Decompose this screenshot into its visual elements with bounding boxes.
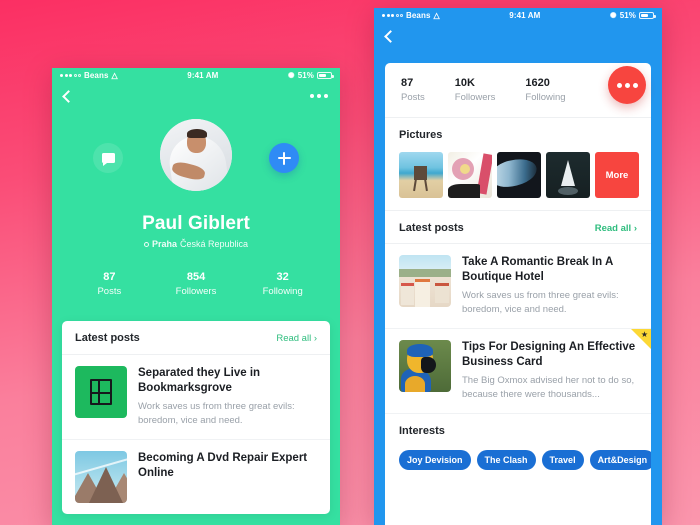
interest-tag[interactable]: Art&Design	[589, 449, 651, 470]
latest-posts-title: Latest posts	[75, 332, 140, 344]
back-button-icon[interactable]	[62, 89, 75, 103]
post-body: Becoming A Dvd Repair Expert Online	[138, 451, 317, 503]
list-item[interactable]: Separated they Live in Bookmarksgrove Wo…	[62, 355, 330, 440]
interest-tag[interactable]: The Clash	[476, 449, 536, 470]
back-button-icon[interactable]	[384, 29, 397, 43]
profile-location: Praha Česká Republica	[52, 239, 340, 249]
more-pictures-button[interactable]: More	[595, 152, 639, 198]
stat-followers-label: Followers	[175, 286, 217, 297]
stat-followers[interactable]: 854 Followers	[153, 271, 240, 297]
location-city: Praha	[151, 239, 177, 249]
stat-following-value: 32	[276, 271, 289, 283]
location-country: Česká Republica	[179, 239, 249, 249]
interest-tag[interactable]: Joy Devision	[399, 449, 471, 470]
post-thumbnail	[75, 366, 127, 418]
list-item[interactable]: Becoming A Dvd Repair Expert Online	[62, 440, 330, 514]
nav-bar	[374, 23, 662, 49]
stat-following-label: Following	[262, 286, 303, 297]
more-options-icon[interactable]	[310, 94, 328, 98]
post-description: The Big Oxmox advised her not to do so, …	[462, 375, 635, 401]
nav-bar	[52, 83, 340, 109]
bluetooth-icon: ✺	[287, 71, 295, 80]
stat-posts-value: 87	[401, 77, 414, 89]
stat-posts-label: Posts	[401, 92, 425, 103]
avatar[interactable]	[160, 119, 232, 191]
battery-percent-label: 51%	[297, 71, 314, 80]
post-title: Separated they Live in Bookmarksgrove	[138, 367, 261, 394]
stat-following-value: 1620	[525, 77, 550, 89]
post-body: Separated they Live in Bookmarksgrove Wo…	[138, 366, 317, 428]
status-bar: Beans △ 9:41 AM ✺ 51%	[374, 8, 662, 23]
stat-followers-value: 854	[186, 271, 206, 283]
add-follow-button[interactable]	[269, 143, 299, 173]
clock-label: 9:41 AM	[187, 71, 219, 80]
signal-strength-icon	[382, 14, 403, 17]
post-thumbnail	[399, 255, 451, 307]
bluetooth-icon: ✺	[609, 11, 617, 20]
carrier-label: Beans	[406, 11, 431, 20]
latest-posts-header: Latest posts Read all ›	[385, 210, 651, 244]
carrier-label: Beans	[84, 71, 109, 80]
stat-followers[interactable]: 10K Followers	[455, 77, 496, 103]
profile-name: Paul Giblert	[142, 213, 250, 234]
status-bar-left: Beans △	[382, 11, 440, 20]
message-button[interactable]	[93, 143, 123, 173]
battery-percent-label: 51%	[619, 11, 636, 20]
stat-following[interactable]: 1620 Following	[525, 77, 565, 103]
stat-posts[interactable]: 87 Posts	[66, 271, 153, 297]
picture-thumbnail[interactable]	[448, 152, 492, 198]
post-title: Becoming A Dvd Repair Expert Online	[138, 451, 308, 479]
post-description: Work saves us from three great evils: bo…	[138, 401, 295, 427]
list-item[interactable]: ★ Tips For Designing An Effective Busine…	[385, 328, 651, 414]
battery-icon	[317, 72, 334, 79]
post-title: Tips For Designing An Effective Business…	[462, 340, 636, 368]
stat-following-label: Following	[525, 92, 566, 103]
message-bubble-icon	[101, 153, 115, 166]
more-actions-fab[interactable]	[608, 66, 646, 104]
post-body: Take A Romantic Break In A Boutique Hote…	[462, 255, 637, 317]
stat-posts[interactable]: 87 Posts	[401, 77, 425, 103]
more-dots-icon	[616, 82, 622, 88]
stat-followers-value: 10K	[454, 77, 475, 89]
stat-following[interactable]: 32 Following	[239, 271, 326, 297]
status-bar-right: ✺ 51%	[287, 71, 334, 80]
interests-section-title: Interests	[399, 424, 445, 437]
post-thumbnail	[399, 339, 451, 392]
clock-label: 9:41 AM	[509, 11, 541, 20]
status-bar: Beans △ 9:41 AM ✺ 51%	[52, 68, 340, 83]
latest-posts-header: Latest posts Read all ›	[62, 321, 330, 355]
status-bar-left: Beans △	[60, 71, 118, 80]
post-title: Take A Romantic Break In A Boutique Hote…	[462, 256, 613, 283]
post-body: Tips For Designing An Effective Business…	[462, 340, 637, 402]
read-all-link[interactable]: Read all ›	[595, 223, 637, 234]
picture-thumbnail[interactable]	[546, 152, 590, 198]
post-description: Work saves us from three great evils: bo…	[462, 290, 619, 316]
stat-posts-value: 87	[103, 271, 116, 283]
interest-tag[interactable]: Travel	[541, 449, 584, 470]
picture-thumbnail[interactable]	[399, 152, 443, 198]
post-thumbnail	[75, 450, 127, 503]
phone-left-profile-screen: Beans △ 9:41 AM ✺ 51% Paul Giblert Praha…	[52, 68, 340, 525]
profile-stats: 87 Posts 854 Followers 32 Following	[52, 271, 340, 297]
stat-posts-label: Posts	[97, 286, 122, 297]
plus-icon	[277, 151, 291, 165]
picture-thumbnail[interactable]	[497, 152, 541, 198]
list-item[interactable]: Take A Romantic Break In A Boutique Hote…	[385, 244, 651, 329]
latest-posts-title: Latest posts	[399, 222, 464, 234]
interest-tags: Joy Devision The Clash Travel Art&Design	[385, 446, 651, 484]
pictures-section-title: Pictures	[399, 129, 443, 141]
location-pin-icon	[143, 241, 149, 247]
profile-header	[52, 109, 340, 209]
signal-strength-icon	[60, 74, 81, 77]
star-icon: ★	[640, 329, 648, 339]
latest-posts-card: Latest posts Read all › Separated they L…	[62, 321, 330, 514]
pictures-strip: More	[385, 150, 651, 210]
content-sheet: 87 Posts 10K Followers 1620 Following Pi…	[385, 63, 651, 525]
stat-followers-label: Followers	[454, 92, 496, 103]
status-bar-right: ✺ 51%	[609, 11, 656, 20]
battery-icon	[639, 12, 656, 19]
phone-right-profile-detail-screen: Beans △ 9:41 AM ✺ 51% 87 Posts 10K Follo…	[374, 8, 662, 525]
book-icon	[90, 379, 112, 405]
read-all-link[interactable]: Read all ›	[276, 333, 317, 344]
